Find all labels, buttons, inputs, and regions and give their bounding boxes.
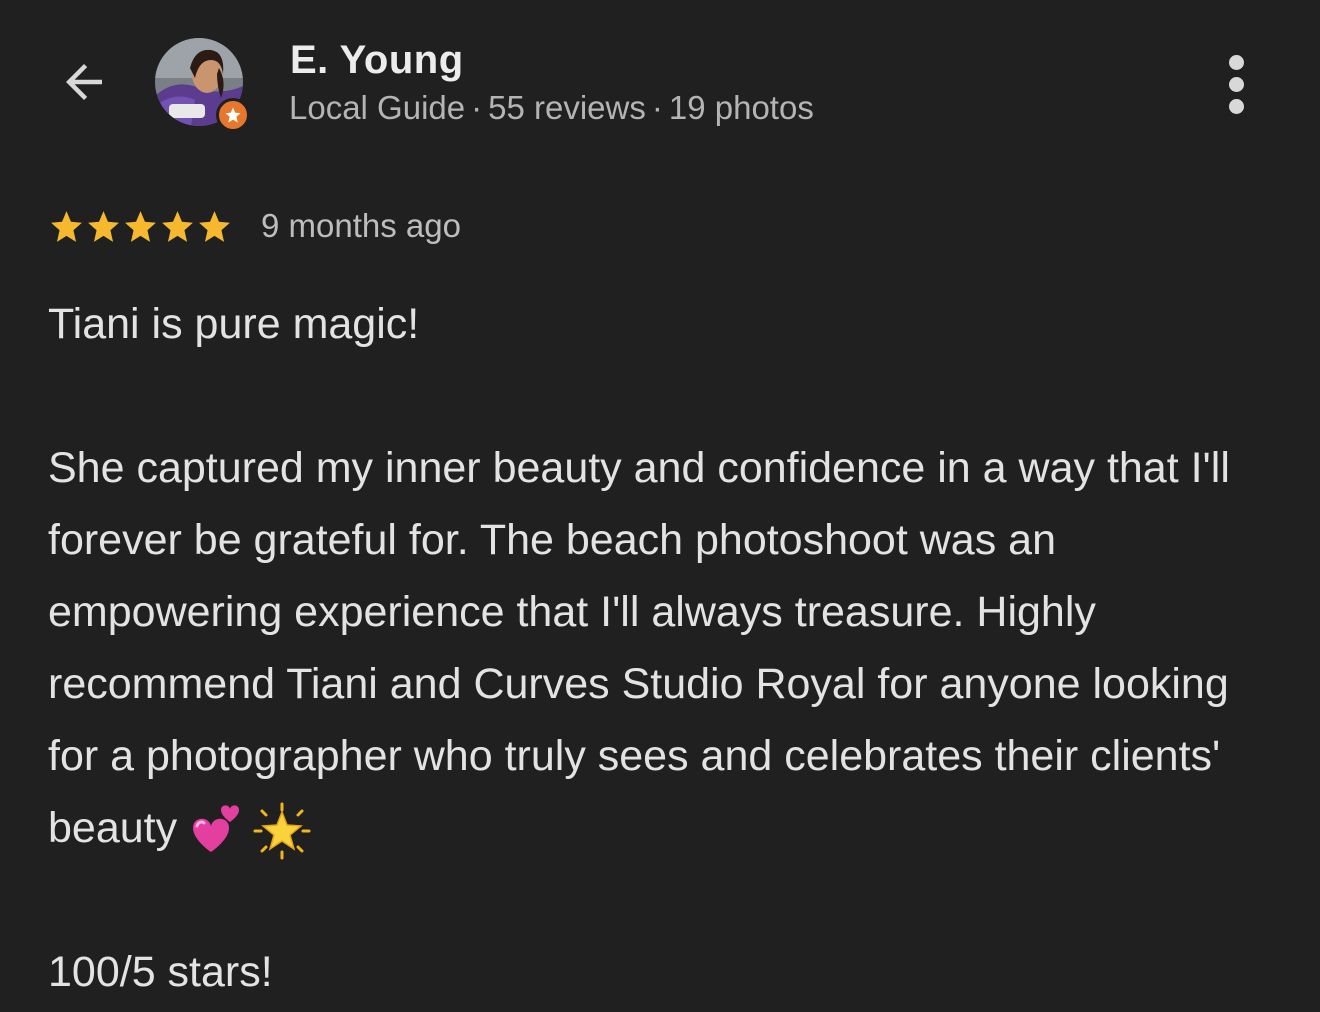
meta-separator: · [471,89,483,126]
reviewer-avatar-container[interactable] [153,36,250,132]
more-vert-icon-dot [1228,54,1244,70]
photo-count: 19 photos [668,89,814,126]
back-button[interactable] [52,50,116,114]
star-icon [51,210,82,242]
meta-separator: · [651,89,663,126]
more-vert-icon-dot [1228,76,1244,92]
review-header: E. Young Local Guide · 55 reviews · 19 photo… [0,0,1320,150]
local-guide-badge [216,98,250,132]
reviewer-meta: Local Guide · 55 reviews · 19 photos [289,89,814,127]
star-icon [199,210,230,242]
reviewer-name[interactable]: E. Young [290,38,464,83]
more-vert-icon-dot [1228,98,1244,114]
rating-row: 9 months ago [48,203,461,249]
arrow-left-icon [66,64,102,100]
review-count: 55 reviews [488,89,646,126]
star-icon [88,210,119,242]
review-date: 9 months ago [261,207,461,244]
star-icon [125,210,156,242]
star-rating [48,208,233,245]
glowing-star-emoji [253,802,311,860]
two-hearts-emoji [193,805,240,852]
review-paragraph-text: She captured my inner beauty and confide… [48,444,1230,852]
review-paragraph: She captured my inner beauty and confide… [48,432,1288,864]
more-options-button[interactable] [1212,52,1260,116]
review-headline: Tiani is pure magic! [48,300,420,348]
review-body: Tiani is pure magic! She captured my inn… [48,288,1288,1008]
reviewer-level: Local Guide [289,89,466,126]
local-guide-star-icon [225,107,241,123]
star-icon [162,210,193,242]
review-closing: 100/5 stars! [48,948,273,996]
